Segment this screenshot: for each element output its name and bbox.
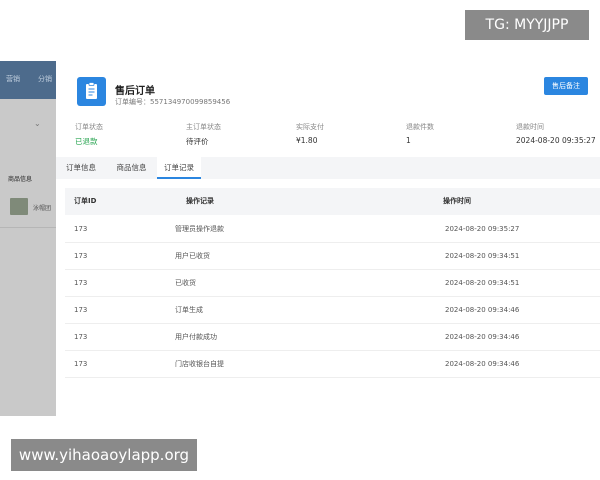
tg-watermark: TG: MYYJJPP — [465, 10, 589, 40]
cell-order-id: 173 — [74, 333, 88, 341]
cell-operation: 门店收银台自提 — [175, 360, 224, 368]
cell-order-id: 173 — [74, 279, 88, 287]
cell-time: 2024-08-20 09:34:46 — [445, 360, 520, 368]
refund-quantity-label: 退款件数 — [406, 123, 434, 131]
bg-product-title: 泳帽团 — [33, 205, 52, 212]
table-row: 173 管理员操作退款 2024-08-20 09:35:27 — [65, 216, 600, 243]
cell-operation: 用户已收货 — [175, 252, 210, 260]
site-watermark: www.yihaoaoylapp.org — [11, 439, 197, 471]
bg-nav-item-distribution[interactable]: 分销 — [38, 74, 52, 84]
table-row: 173 门店收银台自提 2024-08-20 09:34:46 — [65, 351, 600, 378]
cell-operation: 订单生成 — [175, 306, 203, 314]
actual-payment-label: 实际支付 — [296, 123, 324, 131]
order-document-icon — [77, 77, 106, 106]
refund-quantity-value: 1 — [406, 136, 411, 145]
cell-operation: 已收货 — [175, 279, 196, 287]
cell-order-id: 173 — [74, 225, 88, 233]
refund-time-value: 2024-08-20 09:35:27 — [516, 136, 596, 145]
column-header-time: 操作时间 — [443, 197, 471, 205]
active-tab-indicator — [157, 177, 201, 179]
table-row: 173 订单生成 2024-08-20 09:34:46 — [65, 297, 600, 324]
cell-order-id: 173 — [74, 360, 88, 368]
cell-order-id: 173 — [74, 306, 88, 314]
table-row: 173 已收货 2024-08-20 09:34:51 — [65, 270, 600, 297]
cell-order-id: 173 — [74, 252, 88, 260]
tab-order-records[interactable]: 订单记录 — [157, 157, 201, 179]
table-row: 173 用户已收货 2024-08-20 09:34:51 — [65, 243, 600, 270]
order-status-label: 订单状态 — [75, 123, 103, 131]
cell-operation: 管理员操作退款 — [175, 225, 224, 233]
table-row: 173 用户付款成功 2024-08-20 09:34:46 — [65, 324, 600, 351]
tab-order-info[interactable]: 订单信息 — [56, 157, 106, 179]
tab-goods-info[interactable]: 商品信息 — [106, 157, 157, 179]
bg-divider — [0, 227, 56, 228]
drawer-title: 售后订单 — [115, 86, 155, 97]
cell-time: 2024-08-20 09:35:27 — [445, 225, 520, 233]
tabs: 订单信息 商品信息 订单记录 — [56, 157, 600, 179]
cell-time: 2024-08-20 09:34:46 — [445, 333, 520, 341]
order-number: 订单编号：557134970099859456 — [115, 98, 231, 106]
cell-time: 2024-08-20 09:34:46 — [445, 306, 520, 314]
table-header: 订单ID 操作记录 操作时间 — [65, 188, 600, 215]
chevron-down-icon[interactable]: ⌄ — [34, 119, 41, 128]
bg-goods-label: 商品信息 — [8, 176, 33, 183]
cell-time: 2024-08-20 09:34:51 — [445, 279, 520, 287]
bg-product-thumbnail — [10, 198, 28, 215]
order-status-value: 已退款 — [75, 137, 98, 146]
after-sale-order-drawer: 售后订单 订单编号：557134970099859456 售后备注 订单状态 已… — [56, 61, 600, 416]
cell-operation: 用户付款成功 — [175, 333, 217, 341]
refund-time-label: 退款时间 — [516, 123, 544, 131]
background-app: 营销 分销 ⌄ 商品信息 泳帽团 — [0, 61, 56, 416]
column-header-order-id: 订单ID — [74, 197, 97, 205]
main-order-status-label: 主订单状态 — [186, 123, 221, 131]
column-header-operation: 操作记录 — [186, 197, 214, 205]
background-top-nav: 营销 分销 — [0, 61, 56, 99]
after-sale-remark-button[interactable]: 售后备注 — [544, 77, 588, 95]
cell-time: 2024-08-20 09:34:51 — [445, 252, 520, 260]
main-order-status-value: 待评价 — [186, 137, 209, 146]
actual-payment-value: ¥1.80 — [296, 136, 318, 145]
bg-nav-item-marketing[interactable]: 营销 — [6, 74, 20, 84]
